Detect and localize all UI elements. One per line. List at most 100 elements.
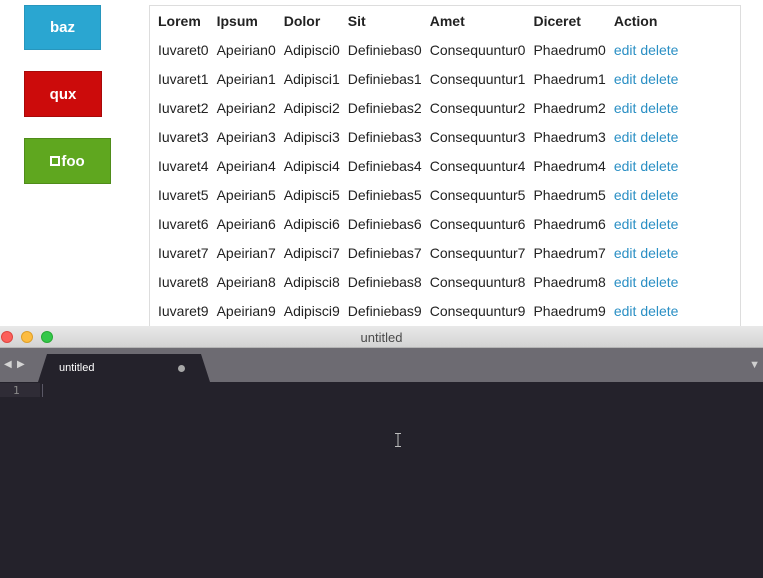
table-cell: Definiebas8 — [347, 273, 422, 290]
action-cell: edit delete — [606, 93, 679, 122]
text-caret — [42, 384, 43, 397]
triangle-left-icon[interactable]: ◀ — [4, 359, 12, 370]
table-cell: Adipisci6 — [283, 215, 340, 232]
table-row: Iuvaret1 Apeirian1 Adipisci1 Definiebas1 Con… — [150, 64, 678, 93]
table-cell: Adipisci0 — [283, 41, 340, 58]
delete-link[interactable]: delete — [640, 274, 678, 290]
baz-button[interactable]: baz — [24, 5, 101, 50]
tab-untitled[interactable]: untitled — [38, 354, 210, 382]
table-cell: Definiebas4 — [347, 157, 422, 174]
table-cell: Consequuntur1 — [429, 70, 526, 87]
delete-link[interactable]: delete — [640, 42, 678, 58]
window-title: untitled — [360, 330, 403, 345]
table-cell: Adipisci3 — [283, 128, 340, 145]
action-cell: edit delete — [606, 35, 679, 64]
table-cell: Definiebas3 — [347, 128, 422, 145]
column-header: Ipsum — [216, 12, 258, 29]
table-cell: Definiebas5 — [347, 186, 422, 203]
edit-link[interactable]: edit — [614, 187, 637, 203]
table-cell: Iuvaret9 — [158, 302, 209, 319]
delete-link[interactable]: delete — [640, 71, 678, 87]
action-cell: edit delete — [606, 122, 679, 151]
table-cell: Adipisci9 — [283, 302, 340, 319]
table-cell: Consequuntur8 — [429, 273, 526, 290]
table-cell: Adipisci1 — [283, 70, 340, 87]
table-row: Iuvaret2 Apeirian2 Adipisci2 Definiebas2 Con… — [150, 93, 678, 122]
edit-link[interactable]: edit — [614, 129, 637, 145]
tab-label: untitled — [59, 362, 95, 374]
table-cell: Phaedrum9 — [533, 302, 606, 319]
table-cell: Apeirian6 — [216, 215, 276, 232]
table-cell: Phaedrum8 — [533, 273, 606, 290]
edit-link[interactable]: edit — [614, 274, 637, 290]
table-cell: Iuvaret6 — [158, 215, 209, 232]
action-cell: edit delete — [606, 180, 679, 209]
table-cell: Iuvaret0 — [158, 41, 209, 58]
current-line-highlight — [0, 383, 40, 397]
data-table-container: Lorem Ipsum Dolor Sit Amet Diceret Action Iuva… — [149, 5, 741, 326]
table-cell: Adipisci8 — [283, 273, 340, 290]
table-cell: Iuvaret3 — [158, 128, 209, 145]
table-cell: Phaedrum1 — [533, 70, 606, 87]
column-header: Lorem — [158, 12, 201, 29]
table-row: Iuvaret0 Apeirian0 Adipisci0 Definiebas0 Con… — [150, 35, 678, 64]
triangle-right-icon[interactable]: ▶ — [17, 359, 25, 370]
table-cell: Definiebas1 — [347, 70, 422, 87]
table-cell: Phaedrum0 — [533, 41, 606, 58]
action-cell: edit delete — [606, 209, 679, 238]
table-header-row: Lorem Ipsum Dolor Sit Amet Diceret Action — [150, 6, 678, 35]
table-cell: Consequuntur6 — [429, 215, 526, 232]
table-cell: Iuvaret4 — [158, 157, 209, 174]
table-cell: Phaedrum4 — [533, 157, 606, 174]
table-cell: Definiebas9 — [347, 302, 422, 319]
foo-button[interactable]: foo — [24, 138, 111, 184]
table-cell: Apeirian2 — [216, 99, 276, 116]
column-header: Sit — [347, 12, 366, 29]
i-beam-icon — [395, 433, 401, 447]
action-cell: edit delete — [606, 151, 679, 180]
delete-link[interactable]: delete — [640, 303, 678, 319]
column-header: Amet — [429, 12, 465, 29]
table-cell: Apeirian9 — [216, 302, 276, 319]
column-header: Dolor — [283, 12, 321, 29]
table-cell: Adipisci2 — [283, 99, 340, 116]
table-cell: Phaedrum2 — [533, 99, 606, 116]
delete-link[interactable]: delete — [640, 245, 678, 261]
edit-link[interactable]: edit — [614, 42, 637, 58]
table-cell: Apeirian1 — [216, 70, 276, 87]
edit-link[interactable]: edit — [614, 216, 637, 232]
delete-link[interactable]: delete — [640, 158, 678, 174]
triangle-down-icon[interactable]: ▼ — [749, 359, 760, 371]
data-table: Lorem Ipsum Dolor Sit Amet Diceret Action Iuva… — [150, 6, 678, 325]
table-row: Iuvaret7 Apeirian7 Adipisci7 Definiebas7 Con… — [150, 238, 678, 267]
table-cell: Adipisci5 — [283, 186, 340, 203]
edit-link[interactable]: edit — [614, 303, 637, 319]
foo-button-label: foo — [61, 152, 85, 170]
action-cell: edit delete — [606, 64, 679, 93]
column-header: Action — [613, 12, 658, 29]
qux-button[interactable]: qux — [24, 71, 102, 117]
table-cell: Apeirian3 — [216, 128, 276, 145]
delete-link[interactable]: delete — [640, 129, 678, 145]
dot-icon[interactable] — [178, 365, 185, 372]
table-cell: Consequuntur0 — [429, 41, 526, 58]
screen: baz qux foo Lorem Ipsum Dolor Sit Amet Dicere… — [0, 0, 763, 578]
table-cell: Apeirian8 — [216, 273, 276, 290]
title-bar[interactable]: untitled — [0, 326, 763, 348]
delete-link[interactable]: delete — [640, 100, 678, 116]
edit-link[interactable]: edit — [614, 71, 637, 87]
table-cell: Consequuntur9 — [429, 302, 526, 319]
action-cell: edit delete — [606, 296, 679, 325]
edit-link[interactable]: edit — [614, 100, 637, 116]
edit-link[interactable]: edit — [614, 158, 637, 174]
line-number: 1 — [13, 384, 20, 397]
table-cell: Adipisci7 — [283, 244, 340, 261]
table-cell: Iuvaret7 — [158, 244, 209, 261]
edit-link[interactable]: edit — [614, 245, 637, 261]
delete-link[interactable]: delete — [640, 187, 678, 203]
table-cell: Iuvaret5 — [158, 186, 209, 203]
delete-link[interactable]: delete — [640, 216, 678, 232]
table-cell: Consequuntur7 — [429, 244, 526, 261]
table-cell: Iuvaret8 — [158, 273, 209, 290]
table-cell: Phaedrum6 — [533, 215, 606, 232]
